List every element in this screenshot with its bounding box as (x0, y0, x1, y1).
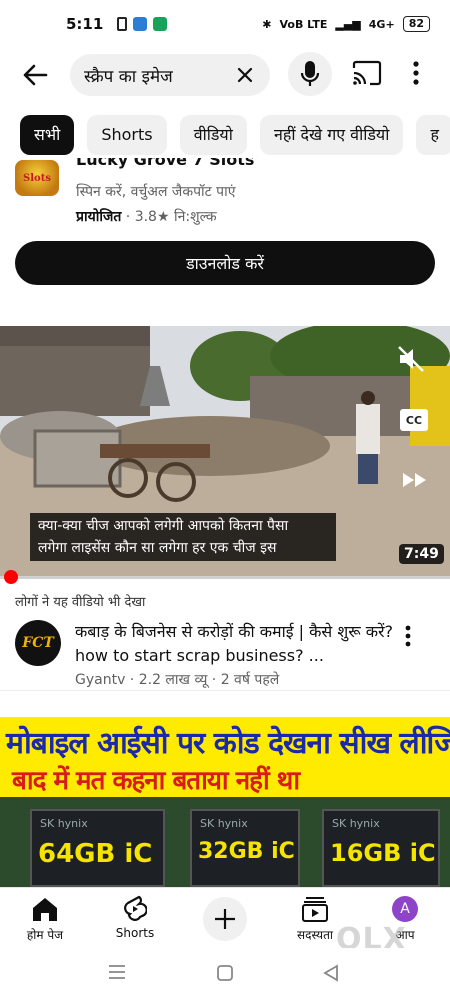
sponsored-label: प्रायोजित (76, 209, 122, 225)
ic-chip-32: SK hynix 32GB iC (190, 809, 300, 887)
home-system-icon[interactable] (216, 964, 234, 986)
thumbnail-subheadline: बाद में मत कहना बताया नहीं था (12, 766, 300, 796)
video-caption: क्या-क्या चीज आपको लगेगी आपको कितना पैसा… (30, 513, 336, 561)
home-icon (5, 892, 85, 926)
chip-all[interactable]: सभी (20, 115, 75, 155)
back-arrow-icon[interactable] (17, 57, 53, 93)
related-label: लोगों ने यह वीडियो भी देखा (15, 595, 146, 610)
search-header: स्क्रैप का इमेज (0, 52, 450, 98)
video-duration: 7:49 (399, 544, 444, 564)
nav-shorts-label: Shorts (115, 926, 155, 940)
cast-icon[interactable] (352, 60, 382, 90)
shorts-icon (95, 892, 175, 926)
app-notification-icon (133, 17, 148, 31)
ad-meta: प्रायोजित · 3.8★ नि:शुल्क (76, 209, 217, 225)
clear-search-icon[interactable] (234, 64, 256, 86)
chip-more[interactable]: ह (416, 115, 450, 155)
related-video-title[interactable]: कबाड़ के बिजनेस से करोड़ों की कमाई | कैस… (75, 620, 395, 668)
status-time: 5:11 (66, 15, 104, 33)
back-system-icon[interactable] (322, 964, 340, 986)
section-divider (0, 690, 450, 716)
caption-line-2: लगेगा लाइसेंस कौन सा लगेगा हर एक चीज इस (38, 540, 277, 556)
filter-chips: सभी Shorts वीडियो नहीं देखे गए वीडियो ह (0, 115, 450, 157)
video-thumbnail-2[interactable]: मोबाइल आईसी पर कोड देखना सीख लीजिए बाद म… (0, 717, 450, 887)
ic-chip-16: SK hynix 16GB iC (322, 809, 440, 887)
search-input[interactable]: स्क्रैप का इमेज (70, 54, 270, 96)
ad-title[interactable]: Lucky Grove 7 Slots (76, 158, 254, 169)
related-video-meta: Gyantv · 2.2 लाख व्यू · 2 वर्ष पहले (75, 672, 280, 688)
system-navigation (0, 948, 450, 1000)
signal-icon: ▂▄▆ (335, 17, 361, 31)
bottom-navigation: होम पेज Shorts सदस्यता A आप OLX (0, 887, 450, 957)
video-player[interactable]: CC क्या-क्या चीज आपको लगेगी आपको कितना प… (0, 326, 450, 578)
search-query: स्क्रैप का इमेज (84, 66, 173, 87)
bluetooth-icon: ✱ (262, 17, 272, 31)
status-bar: 5:11 ✱ VoB LTE ▂▄▆ 4G+ 82 (0, 0, 450, 48)
video-more-options-icon[interactable] (404, 624, 412, 652)
network-label: VoB LTE (279, 17, 328, 31)
related-video[interactable]: FCT कबाड़ के बिजनेस से करोड़ों की कमाई |… (0, 614, 450, 689)
create-button[interactable] (203, 897, 247, 941)
nav-home-label: होम पेज (26, 928, 64, 942)
circuit-board: SK hynix 64GB iC SK hynix 32GB iC SK hyn… (0, 797, 450, 887)
subscriptions-icon (275, 892, 355, 926)
fast-forward-icon[interactable] (402, 472, 428, 492)
download-button[interactable]: डाउनलोड करें (15, 241, 435, 285)
recents-icon[interactable] (108, 964, 126, 984)
chip-unwatched[interactable]: नहीं देखे गए वीडियो (259, 115, 404, 155)
channel-avatar[interactable]: FCT (15, 620, 61, 666)
chip-shorts[interactable]: Shorts (87, 115, 167, 155)
progress-scrubber[interactable] (4, 570, 18, 584)
network-type: 4G+ (368, 17, 395, 31)
user-avatar: A (392, 896, 418, 922)
nav-home[interactable]: होम पेज (5, 892, 85, 943)
battery-icon: 82 (402, 16, 430, 32)
ic-chip-64: SK hynix 64GB iC (30, 809, 165, 887)
ad-price: नि:शुल्क (173, 209, 217, 225)
video-progress-bar[interactable] (0, 570, 450, 584)
shield-notification-icon (153, 17, 168, 31)
ad-rating: 3.8★ (134, 209, 170, 225)
nav-shorts[interactable]: Shorts (95, 892, 175, 940)
voice-search-button[interactable] (288, 52, 332, 96)
phone-icon (117, 17, 128, 31)
cc-button[interactable]: CC (400, 409, 428, 431)
caption-line-1: क्या-क्या चीज आपको लगेगी आपको कितना पैसा (38, 518, 289, 534)
thumbnail-headline: मोबाइल आईसी पर कोड देखना सीख लीजिए (6, 726, 450, 761)
chip-videos[interactable]: वीडियो (179, 115, 247, 155)
sponsored-ad: Slots Lucky Grove 7 Slots स्पिन करें, वर… (0, 158, 450, 298)
mute-icon[interactable] (396, 344, 426, 378)
ad-subtitle: स्पिन करें, वर्चुअल जैकपॉट पाएं (76, 184, 236, 200)
ad-app-logo[interactable]: Slots (15, 160, 59, 196)
more-options-icon[interactable] (412, 60, 420, 90)
